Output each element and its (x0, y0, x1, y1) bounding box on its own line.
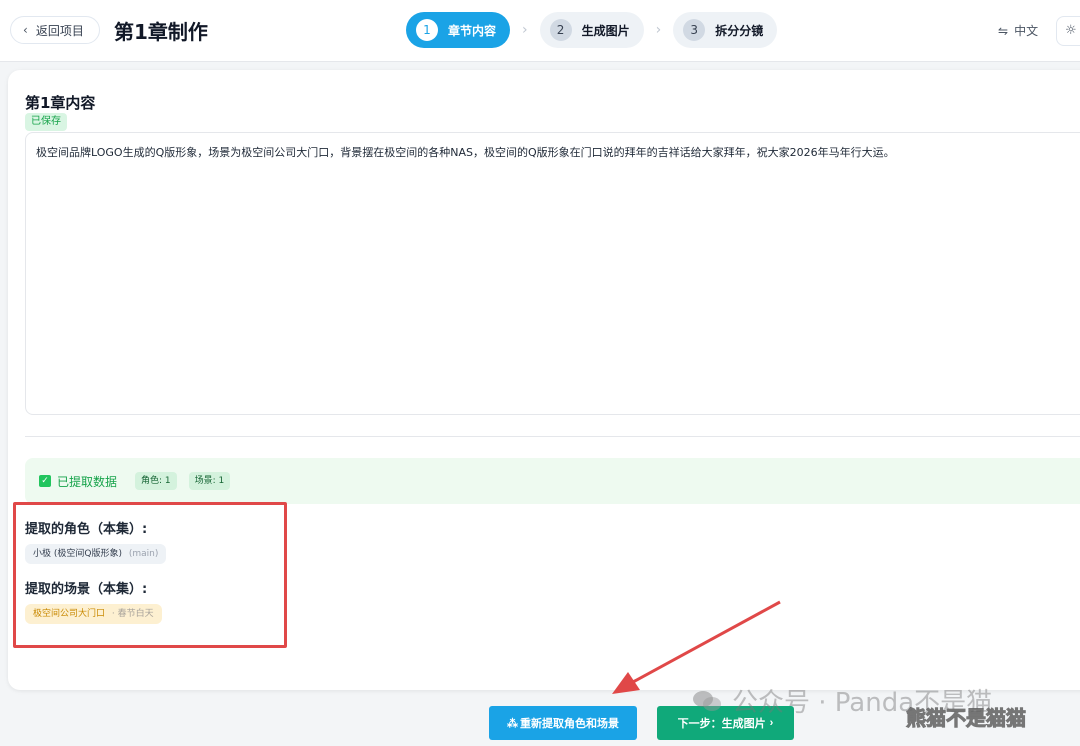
watermark-text-secondary: 熊猫不是猫猫 (906, 706, 1027, 731)
divider (25, 436, 1080, 437)
section-title: 第1章内容 (25, 94, 96, 112)
top-bar: ‹ 返回项目 第1章制作 1 章节内容 › 2 生成图片 › 3 拆分分镜 ⇋ … (0, 0, 1080, 62)
sun-icon: ☼ (1065, 23, 1077, 38)
extraction-status-bar: ✓ 已提取数据 角色: 1 场景: 1 (25, 458, 1080, 504)
back-to-project-button[interactable]: ‹ 返回项目 (10, 16, 100, 44)
saved-badge: 已保存 (25, 113, 67, 131)
checkbox-checked-icon: ✓ (39, 475, 51, 487)
back-button-label: 返回项目 (35, 23, 84, 38)
step-label: 章节内容 (448, 23, 497, 38)
step-number: 2 (549, 19, 572, 41)
step-number: 3 (683, 19, 706, 41)
theme-toggle-button[interactable]: ☼ (1056, 16, 1080, 46)
extraction-status-label: 已提取数据 (57, 474, 118, 489)
re-extract-button[interactable]: ⁂ 重新提取角色和场景 (489, 706, 637, 740)
step-indicator: 1 章节内容 › 2 生成图片 › 3 拆分分镜 (406, 12, 778, 48)
step-label: 生成图片 (581, 23, 630, 38)
language-switch[interactable]: ⇋ 中文 (998, 22, 1038, 39)
step-generate-images[interactable]: 2 生成图片 (539, 12, 644, 48)
translate-icon: ⇋ (998, 23, 1009, 38)
loading-icon: ⁂ (507, 717, 518, 730)
highlight-annotation-box (13, 502, 287, 648)
language-label: 中文 (1014, 24, 1039, 38)
re-extract-label: 重新提取角色和场景 (520, 718, 619, 730)
chevron-right-icon: › (522, 22, 528, 38)
scenes-count-badge: 场景: 1 (188, 472, 231, 490)
chevron-right-icon: › (655, 22, 662, 38)
step-chapter-content[interactable]: 1 章节内容 (406, 12, 511, 48)
chapter-text-area[interactable]: 极空间品牌LOGO生成的Q版形象，场景为极空间公司大门口，背景摆在极空间的各种N… (25, 132, 1080, 415)
page-title: 第1章制作 (114, 20, 208, 44)
wechat-icon (693, 690, 721, 711)
roles-count-badge: 角色: 1 (135, 472, 177, 490)
step-label: 拆分分镜 (715, 23, 764, 38)
step-split-storyboard[interactable]: 3 拆分分镜 (673, 12, 778, 48)
step-number: 1 (416, 19, 438, 41)
chevron-left-icon: ‹ (23, 23, 28, 37)
